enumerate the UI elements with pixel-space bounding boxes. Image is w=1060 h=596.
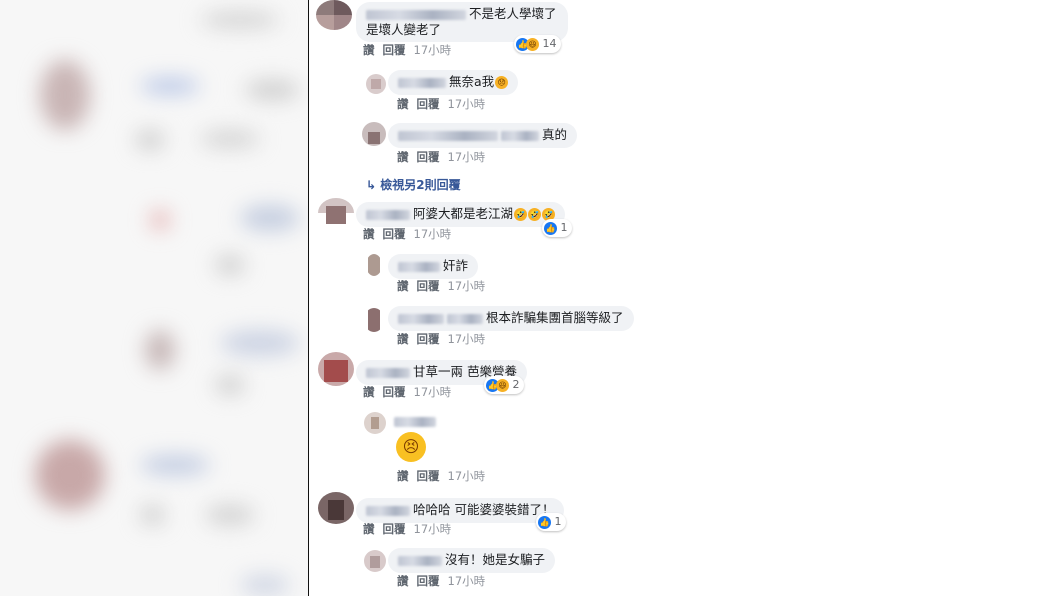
reply-button[interactable]: 回覆 (417, 469, 440, 483)
like-reaction-icon: 👍 (544, 221, 557, 235)
timestamp[interactable]: 17小時 (448, 279, 486, 293)
reply-button[interactable]: 回覆 (383, 385, 406, 399)
timestamp[interactable]: 17小時 (414, 227, 452, 241)
rofl-emoji: 🤣 (528, 208, 542, 221)
reply-button[interactable]: 回覆 (417, 332, 440, 346)
comment-text: 阿婆大都是老江湖 (413, 206, 514, 221)
comment-actions: 讚回覆 17小時 (397, 278, 485, 294)
avatar[interactable] (318, 198, 354, 228)
blurred-username[interactable] (394, 417, 436, 427)
comment-bubble: 阿婆大都是老江湖 🤣 🤣 🤣 (356, 202, 566, 227)
avatar[interactable] (318, 492, 354, 524)
blurred-username[interactable] (366, 505, 410, 516)
avatar[interactable] (318, 352, 354, 386)
blurred-background-left (0, 0, 308, 596)
avatar[interactable] (316, 0, 352, 30)
blurred-username-part (501, 130, 539, 141)
comment-text-line2: 是壞人變老了 (366, 22, 442, 37)
blurred-username-part (447, 313, 483, 324)
avatar[interactable] (366, 254, 382, 276)
comment-text: 沒有！她是女騙子 (445, 552, 546, 567)
blurred-username[interactable] (366, 367, 410, 378)
comment-actions: 讚回覆 17小時 (363, 521, 451, 537)
reaction-number: 2 (512, 378, 520, 391)
persevering-face-emoji: 😣 (396, 432, 426, 462)
avatar[interactable] (364, 412, 386, 434)
timestamp[interactable]: 17小時 (448, 469, 486, 483)
avatar[interactable] (364, 308, 384, 332)
view-more-replies[interactable]: ↳ 檢視另2則回覆 (366, 176, 461, 193)
like-button[interactable]: 讚 (397, 279, 409, 293)
comment-bubble: 根本詐騙集團首腦等級了 (388, 306, 634, 331)
comment-text: 根本詐騙集團首腦等級了 (486, 310, 624, 325)
like-button[interactable]: 讚 (397, 469, 409, 483)
timestamp[interactable]: 17小時 (448, 574, 486, 588)
comment-actions: 讚回覆 17小時 (397, 331, 485, 347)
like-button[interactable]: 讚 (363, 227, 375, 241)
disappointed-face-emoji: 😞 (495, 76, 509, 89)
like-button[interactable]: 讚 (397, 150, 409, 164)
haha-reaction-icon: 😆 (496, 378, 509, 392)
timestamp[interactable]: 17小時 (414, 43, 452, 57)
reply-button[interactable]: 回覆 (417, 574, 440, 588)
view-more-label: 檢視另2則回覆 (380, 178, 461, 192)
comment-bubble: 哈哈哈 可能婆婆裝錯了！ (356, 498, 565, 523)
comment-bubble: 奸詐 (388, 254, 479, 279)
comment-actions: 讚回覆 17小時 (397, 96, 485, 112)
comment-actions: 讚回覆 17小時 (363, 226, 451, 242)
reply-button[interactable]: 回覆 (383, 227, 406, 241)
reaction-count[interactable]: 👍😆 2 (484, 376, 524, 394)
blurred-username[interactable] (398, 261, 440, 272)
comment-actions: 讚回覆 17小時 (363, 42, 451, 58)
blurred-username[interactable] (366, 209, 410, 220)
timestamp[interactable]: 17小時 (414, 385, 452, 399)
reaction-count[interactable]: 👍😆 14 (514, 35, 561, 53)
blurred-username[interactable] (398, 313, 444, 324)
reaction-count[interactable]: 👍 1 (536, 513, 566, 531)
timestamp[interactable]: 17小時 (448, 150, 486, 164)
reply-arrow-icon: ↳ (366, 178, 377, 192)
like-button[interactable]: 讚 (363, 522, 375, 536)
comment-text: 奸詐 (443, 258, 469, 273)
reply-button[interactable]: 回覆 (383, 43, 406, 57)
reaction-number: 1 (560, 221, 568, 234)
reaction-count[interactable]: 👍 1 (542, 219, 572, 237)
blank-right-area (750, 0, 1060, 596)
comment-actions: 讚回覆 17小時 (397, 468, 485, 484)
avatar[interactable] (366, 74, 386, 94)
like-button[interactable]: 讚 (397, 332, 409, 346)
comment-bubble: 沒有！她是女騙子 (388, 548, 556, 573)
reaction-number: 1 (554, 515, 562, 528)
avatar[interactable] (364, 550, 386, 572)
blurred-username[interactable] (398, 77, 446, 88)
like-button[interactable]: 讚 (363, 385, 375, 399)
comment-text: 哈哈哈 可能婆婆裝錯了！ (413, 502, 555, 517)
timestamp[interactable]: 17小時 (448, 97, 486, 111)
reply-button[interactable]: 回覆 (417, 150, 440, 164)
reply-button[interactable]: 回覆 (383, 522, 406, 536)
comment-actions: 讚回覆 17小時 (363, 384, 451, 400)
comment-actions: 讚回覆 17小時 (397, 573, 485, 589)
comment-text: 真的 (542, 127, 568, 142)
rofl-emoji: 🤣 (514, 208, 528, 221)
timestamp[interactable]: 17小時 (414, 522, 452, 536)
avatar[interactable] (362, 122, 386, 146)
reaction-number: 14 (542, 37, 557, 50)
haha-reaction-icon: 😆 (526, 37, 539, 51)
blurred-username[interactable] (366, 9, 466, 20)
comment-bubble: 真的 (388, 123, 578, 148)
like-button[interactable]: 讚 (363, 43, 375, 57)
blurred-username[interactable] (398, 555, 442, 566)
timestamp[interactable]: 17小時 (448, 332, 486, 346)
comment-bubble: 無奈a我 😞 (388, 70, 519, 95)
comment-actions: 讚回覆 17小時 (397, 149, 485, 165)
comment-text: 不是老人學壞了 (469, 6, 557, 21)
like-reaction-icon: 👍 (538, 515, 551, 529)
reply-button[interactable]: 回覆 (417, 97, 440, 111)
like-button[interactable]: 讚 (397, 97, 409, 111)
comment-text: 無奈a我 (449, 74, 495, 89)
reply-button[interactable]: 回覆 (417, 279, 440, 293)
like-button[interactable]: 讚 (397, 574, 409, 588)
blurred-username[interactable] (398, 130, 498, 141)
